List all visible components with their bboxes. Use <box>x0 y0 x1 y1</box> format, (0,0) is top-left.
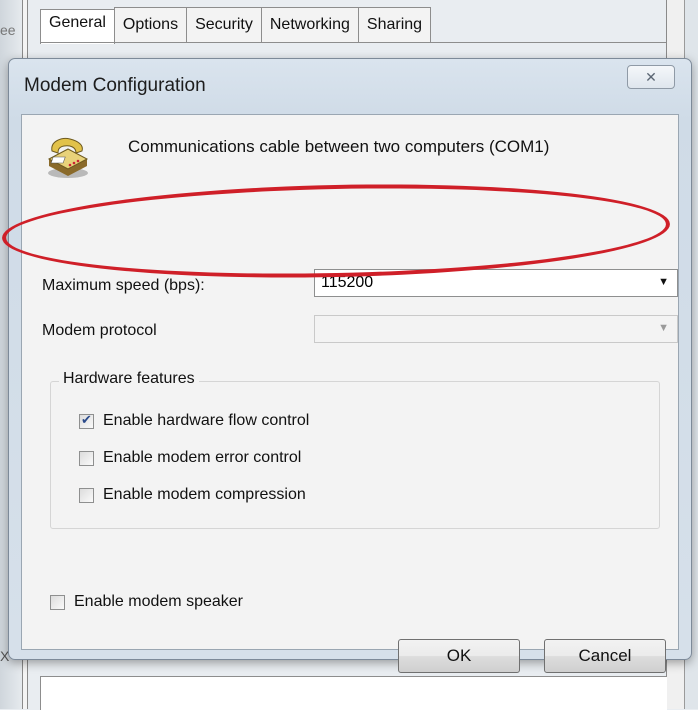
close-icon: ✕ <box>645 68 657 85</box>
checkbox-box[interactable] <box>79 450 94 466</box>
background-tab-strip: General Options Security Networking Shar… <box>40 0 432 44</box>
chevron-down-icon: ▼ <box>658 322 669 334</box>
background-edge-text: ee <box>0 22 16 38</box>
tab-options[interactable]: Options <box>113 7 188 42</box>
hardware-features-group: Hardware features Enable hardware flow c… <box>50 370 660 529</box>
tab-networking[interactable]: Networking <box>260 7 359 42</box>
checkbox-label: Enable modem speaker <box>74 593 243 610</box>
device-description: Communications cable between two compute… <box>128 137 550 156</box>
phone-icon <box>47 138 89 178</box>
checkbox-box[interactable] <box>50 594 65 610</box>
tab-general[interactable]: General <box>40 9 115 44</box>
max-speed-value: 115200 <box>321 274 374 291</box>
close-button[interactable]: ✕ <box>627 65 675 89</box>
background-tab-line <box>40 42 666 43</box>
dialog-client-area: Communications cable between two compute… <box>21 114 679 673</box>
ok-button[interactable]: OK <box>398 639 520 673</box>
modem-configuration-window: Modem Configuration ✕ Communications cab… <box>8 58 692 673</box>
modem-compression-checkbox[interactable]: Enable modem compression <box>79 486 306 504</box>
modem-error-control-checkbox[interactable]: Enable modem error control <box>79 449 301 467</box>
hardware-flow-control-checkbox[interactable]: Enable hardware flow control <box>79 412 309 430</box>
checkbox-label: Enable modem error control <box>103 449 302 466</box>
tab-sharing[interactable]: Sharing <box>357 7 432 42</box>
modem-protocol-label: Modem protocol <box>42 322 157 339</box>
modem-speaker-checkbox[interactable]: Enable modem speaker <box>50 593 243 611</box>
checkbox-label: Enable hardware flow control <box>103 412 310 429</box>
max-speed-label: Maximum speed (bps): <box>42 277 205 294</box>
hardware-features-title: Hardware features <box>59 370 199 388</box>
checkbox-box[interactable] <box>79 487 94 503</box>
background-panel-bottom <box>40 676 667 710</box>
window-title: Modem Configuration <box>24 75 206 96</box>
checkbox-box[interactable] <box>79 412 94 429</box>
max-speed-select[interactable]: 115200 ▼ <box>314 269 678 297</box>
tab-security[interactable]: Security <box>186 7 262 42</box>
chevron-down-icon: ▼ <box>658 276 669 288</box>
checkbox-label: Enable modem compression <box>103 486 306 503</box>
cancel-button[interactable]: Cancel <box>544 639 666 673</box>
modem-protocol-select[interactable]: ▼ <box>314 315 678 343</box>
